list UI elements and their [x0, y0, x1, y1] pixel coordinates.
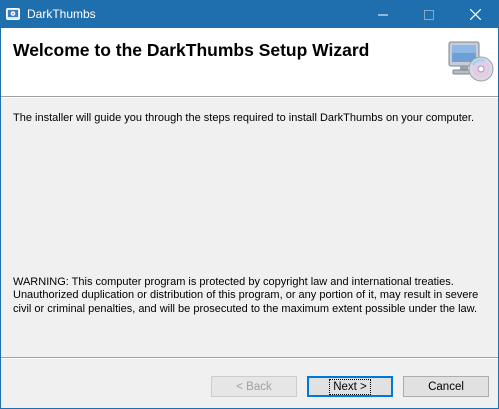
minimize-button[interactable]	[360, 1, 406, 28]
page-title: Welcome to the DarkThumbs Setup Wizard	[13, 40, 370, 60]
window-title: DarkThumbs	[27, 7, 96, 21]
setup-window: DarkThumbs Welcome to the DarkThumbs Set…	[0, 0, 499, 409]
title-bar[interactable]: DarkThumbs	[1, 1, 498, 28]
next-button-label: Next >	[329, 379, 371, 395]
cancel-button[interactable]: Cancel	[403, 376, 489, 397]
wizard-header: Welcome to the DarkThumbs Setup Wizard	[1, 28, 498, 97]
close-button[interactable]	[452, 1, 498, 28]
computer-cd-icon	[445, 38, 495, 84]
copyright-warning: WARNING: This computer program is protec…	[13, 276, 479, 315]
installer-app-icon	[6, 7, 20, 21]
next-button[interactable]: Next >	[307, 376, 393, 397]
header-divider	[1, 97, 498, 98]
intro-text: The installer will guide you through the…	[13, 112, 475, 124]
footer-divider	[1, 357, 498, 359]
maximize-button[interactable]	[406, 1, 452, 28]
back-button[interactable]: < Back	[211, 376, 297, 397]
